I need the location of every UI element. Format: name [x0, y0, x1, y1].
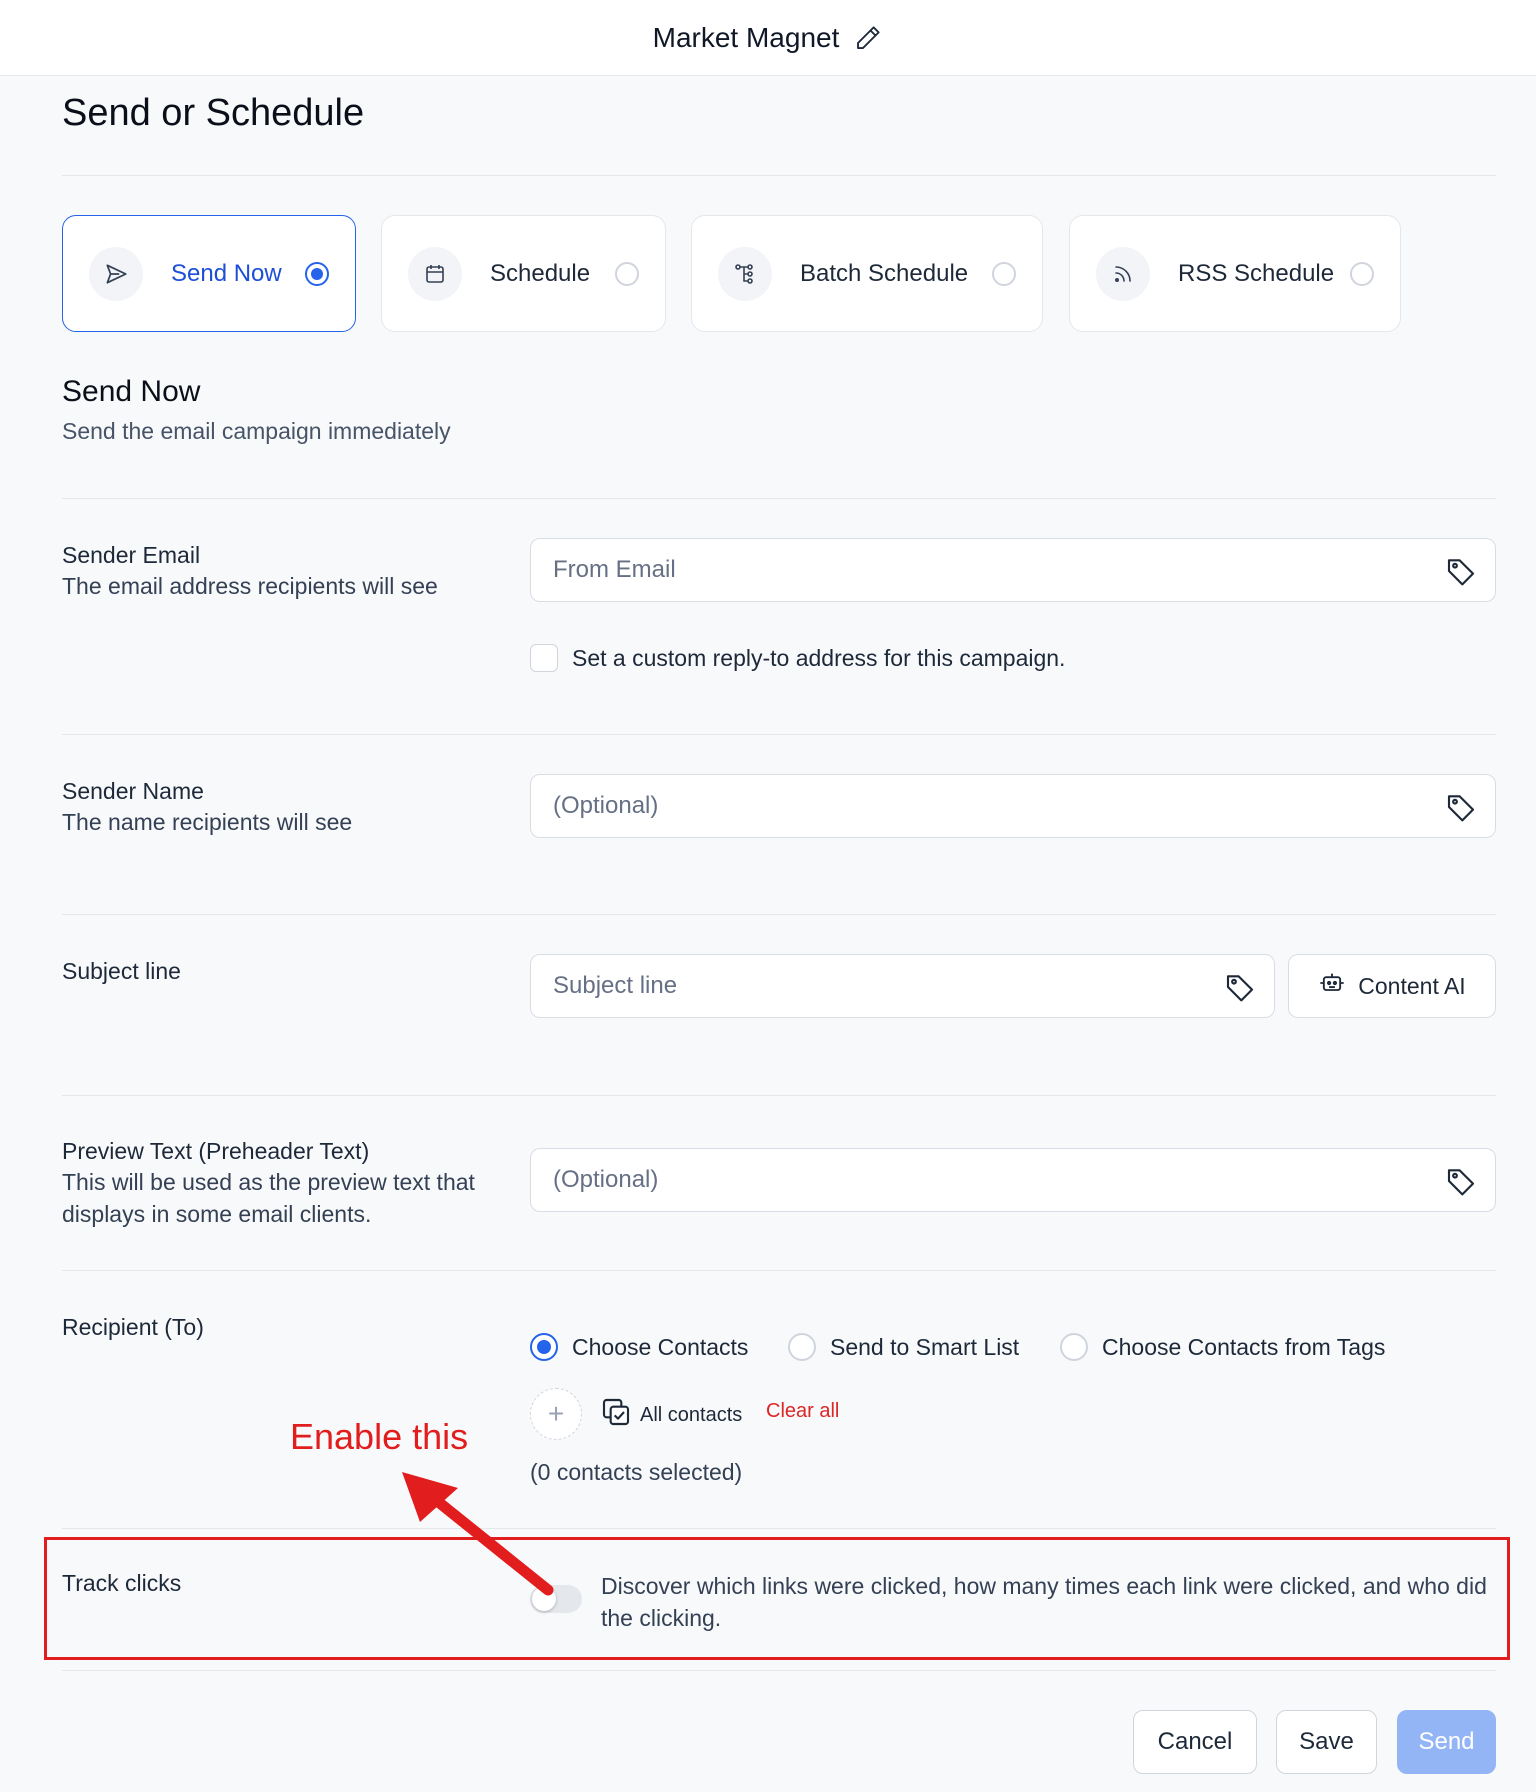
pencil-icon[interactable] [853, 23, 883, 53]
section-title: Send Now [62, 375, 201, 408]
divider [62, 498, 1496, 499]
add-contacts-button[interactable]: + [530, 1388, 582, 1440]
subject-placeholder: Subject line [553, 972, 678, 999]
all-contacts-label: All contacts [640, 1403, 743, 1426]
mode-card-send-now[interactable]: Send Now [62, 215, 356, 332]
sender-name-help: The name recipients will see [62, 809, 353, 835]
preview-text-help: This will be used as the preview text th… [62, 1169, 475, 1227]
radio-button[interactable] [788, 1333, 816, 1361]
divider [62, 914, 1496, 915]
sender-email-label: Sender Email [62, 542, 201, 568]
page-title: Send or Schedule [62, 92, 365, 134]
recipient-option-label: Send to Smart List [830, 1333, 1020, 1360]
annotation-text: Enable this [290, 1416, 469, 1457]
multi-check-icon [600, 1396, 632, 1434]
mode-radio[interactable] [1350, 262, 1374, 286]
section-description: Send the email campaign immediately [62, 418, 451, 444]
divider [62, 175, 1496, 176]
divider [62, 1095, 1496, 1096]
recipient-option-label: Choose Contacts [572, 1333, 749, 1360]
mode-label: Batch Schedule [800, 259, 969, 287]
sender-name-placeholder: (Optional) [553, 792, 659, 819]
mode-label: Send Now [171, 259, 282, 287]
sender-email-input[interactable]: From Email [530, 538, 1496, 602]
reply-to-label: Set a custom reply-to address for this c… [572, 645, 1066, 671]
robot-icon [1318, 969, 1346, 1003]
tag-icon[interactable] [1224, 971, 1256, 1003]
divider [62, 1670, 1496, 1671]
subject-label: Subject line [62, 958, 181, 984]
campaign-title: Market Magnet [652, 21, 840, 53]
preview-text-placeholder: (Optional) [553, 1166, 659, 1193]
content-ai-button[interactable]: Content AI [1288, 954, 1496, 1018]
top-bar: Market Magnet [0, 0, 1536, 76]
mode-radio[interactable] [992, 262, 1016, 286]
recipient-option-label: Choose Contacts from Tags [1102, 1333, 1386, 1360]
save-button[interactable]: Save [1276, 1710, 1377, 1774]
preview-text-label: Preview Text (Preheader Text) [62, 1138, 370, 1164]
all-contacts-chip[interactable]: All contacts [600, 1396, 742, 1434]
sender-name-input[interactable]: (Optional) [530, 774, 1496, 838]
radio-button[interactable] [530, 1333, 558, 1361]
recipient-option-smart-list[interactable]: Send to Smart List [788, 1333, 1019, 1361]
divider [62, 1528, 1496, 1529]
divider [62, 1270, 1496, 1271]
recipient-option-tags[interactable]: Choose Contacts from Tags [1060, 1333, 1385, 1361]
cancel-button[interactable]: Cancel [1133, 1710, 1257, 1774]
subject-input[interactable]: Subject line [530, 954, 1275, 1018]
tag-icon[interactable] [1445, 555, 1477, 587]
preview-text-input[interactable]: (Optional) [530, 1148, 1496, 1212]
calendar-icon [408, 246, 462, 301]
rss-icon [1096, 246, 1150, 301]
divider [62, 734, 1496, 735]
mode-label: RSS Schedule [1178, 259, 1335, 287]
tag-icon[interactable] [1445, 1165, 1477, 1197]
batch-tree-icon [718, 246, 772, 301]
mode-radio[interactable] [305, 262, 329, 286]
plus-icon: + [547, 1398, 565, 1429]
recipient-label: Recipient (To) [62, 1314, 204, 1340]
radio-button[interactable] [1060, 1333, 1088, 1361]
sender-email-help: The email address recipients will see [62, 573, 438, 599]
mode-radio[interactable] [615, 262, 639, 286]
recipient-option-choose-contacts[interactable]: Choose Contacts [530, 1333, 748, 1361]
mode-card-schedule[interactable]: Schedule [381, 215, 666, 332]
content-ai-label: Content AI [1358, 972, 1466, 999]
sender-name-label: Sender Name [62, 778, 204, 804]
mode-card-rss-schedule[interactable]: RSS Schedule [1069, 215, 1401, 332]
annotation-arrow-icon [402, 1472, 554, 1596]
sender-email-placeholder: From Email [553, 556, 676, 583]
tag-icon[interactable] [1445, 791, 1477, 823]
send-button[interactable]: Send [1397, 1710, 1496, 1774]
reply-to-checkbox[interactable] [530, 644, 558, 672]
mode-label: Schedule [490, 259, 591, 287]
send-icon [89, 246, 143, 301]
mode-card-batch-schedule[interactable]: Batch Schedule [691, 215, 1043, 332]
clear-all-link[interactable]: Clear all [766, 1400, 839, 1423]
annotation-highlight-box [44, 1537, 1510, 1660]
